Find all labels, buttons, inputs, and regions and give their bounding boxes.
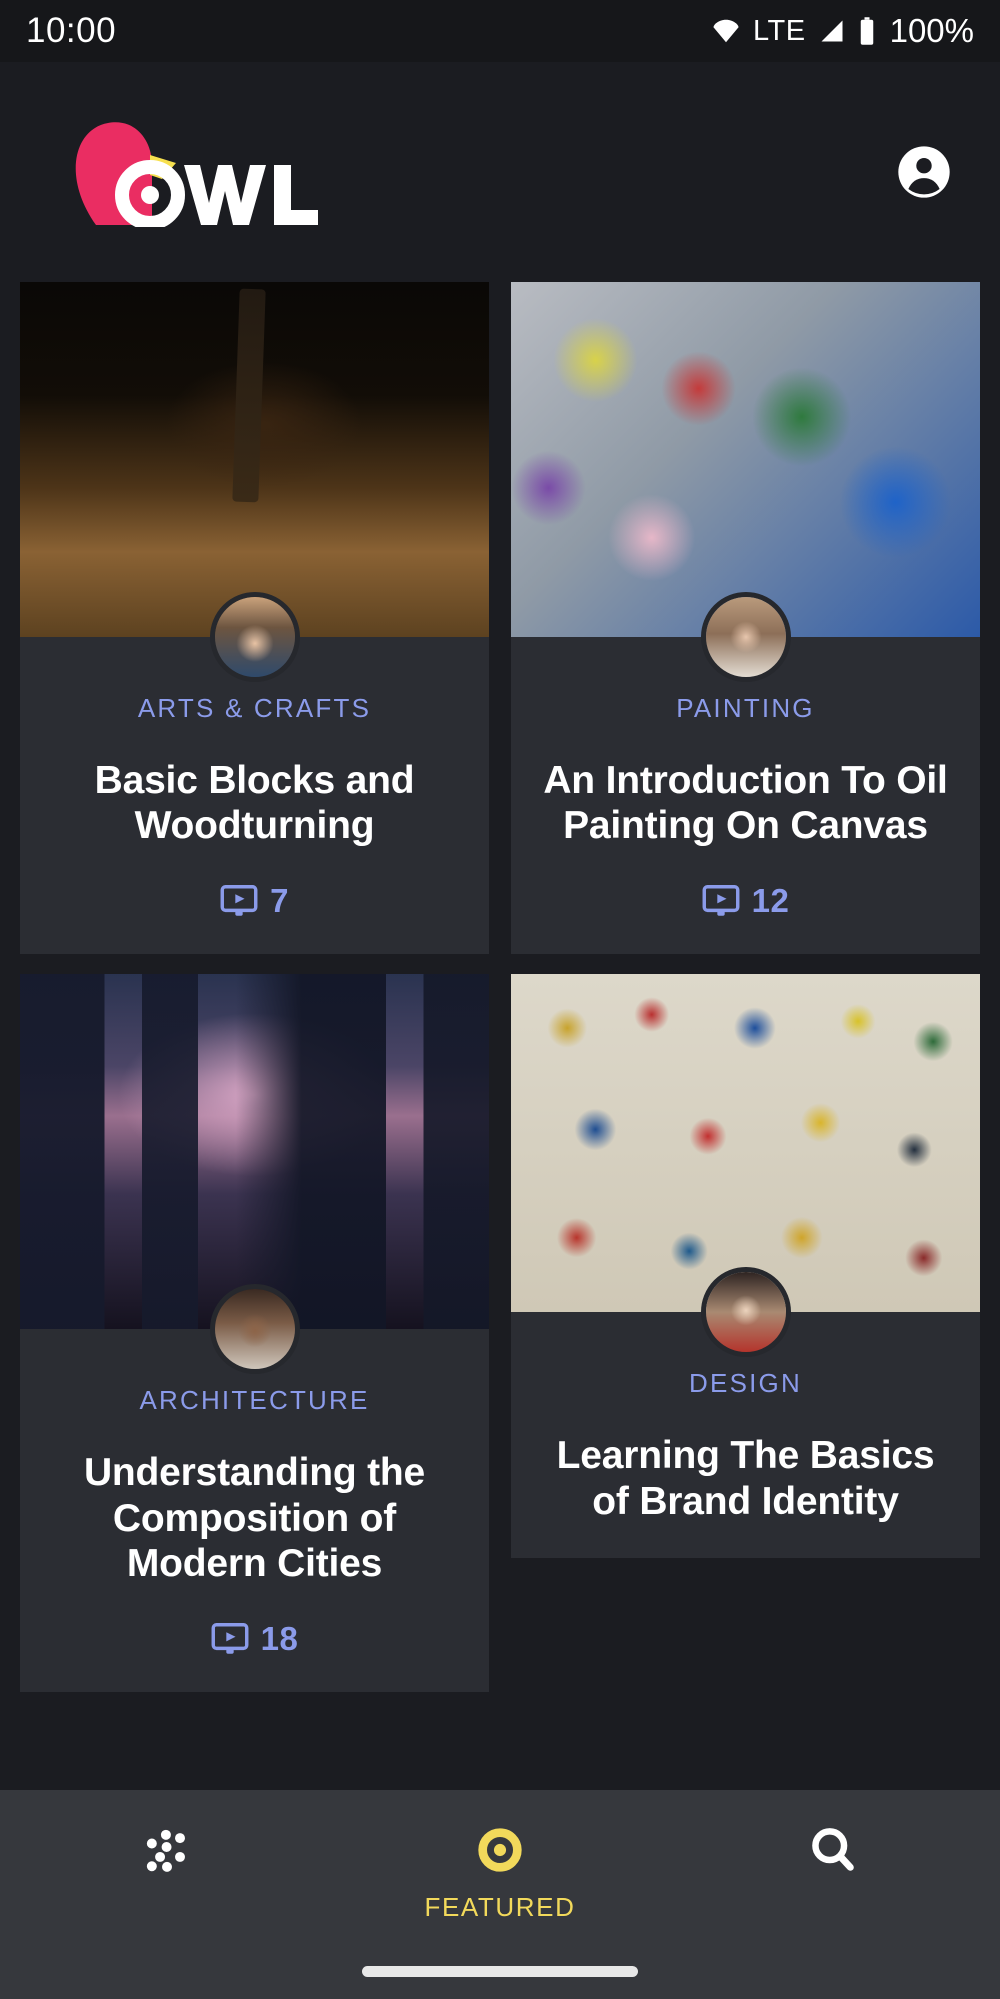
course-cover-image bbox=[511, 282, 980, 637]
course-title[interactable]: Learning The Basics of Brand Identity bbox=[539, 1433, 952, 1523]
course-category[interactable]: ARCHITECTURE bbox=[139, 1385, 369, 1416]
avatar-short-hair-woman bbox=[705, 1272, 786, 1353]
battery-percent-label: 100% bbox=[889, 12, 974, 49]
featured-eye-icon bbox=[478, 1828, 522, 1872]
course-video-count: 7 bbox=[270, 882, 289, 920]
course-video-count: 18 bbox=[260, 1620, 299, 1658]
course-card-body: PAINTING An Introduction To Oil Painting… bbox=[511, 637, 980, 954]
course-card-body: ARTS & CRAFTS Basic Blocks and Woodturni… bbox=[20, 637, 489, 954]
avatar-woman-thinking bbox=[705, 597, 786, 677]
owl-logo-mark bbox=[75, 122, 318, 227]
video-monitor-icon bbox=[220, 885, 258, 917]
course-title[interactable]: An Introduction To Oil Painting On Canva… bbox=[539, 758, 952, 848]
battery-icon bbox=[860, 17, 873, 45]
dots-grid-icon bbox=[146, 1829, 185, 1872]
course-category[interactable]: PAINTING bbox=[676, 693, 814, 724]
video-monitor-icon bbox=[211, 1623, 249, 1654]
course-card[interactable]: PAINTING An Introduction To Oil Painting… bbox=[511, 282, 980, 955]
course-video-count: 12 bbox=[751, 882, 790, 920]
course-card[interactable]: DESIGN Learning The Basics of Brand Iden… bbox=[511, 974, 980, 1558]
course-category[interactable]: ARTS & CRAFTS bbox=[138, 693, 371, 724]
avatar[interactable] bbox=[209, 592, 300, 682]
course-title[interactable]: Basic Blocks and Woodturning bbox=[48, 758, 461, 848]
video-monitor-icon bbox=[702, 885, 740, 917]
network-type-label: LTE bbox=[753, 14, 806, 47]
city-skyline-sunset-photo bbox=[20, 974, 489, 1330]
course-card[interactable]: ARTS & CRAFTS Basic Blocks and Woodturni… bbox=[20, 282, 489, 955]
course-feed[interactable]: ARTS & CRAFTS Basic Blocks and Woodturni… bbox=[20, 282, 980, 1790]
course-cover-image bbox=[20, 282, 489, 637]
nav-item-search[interactable] bbox=[667, 1824, 1000, 1892]
avatar-young-man bbox=[214, 597, 295, 677]
course-video-meta: 7 bbox=[220, 882, 289, 920]
course-cover-image bbox=[20, 974, 489, 1330]
course-video-meta: 18 bbox=[211, 1620, 299, 1658]
course-category[interactable]: DESIGN bbox=[689, 1368, 802, 1399]
avatar-smiling-woman bbox=[214, 1289, 295, 1370]
woodworking-drill-photo bbox=[20, 282, 489, 637]
account-circle-icon[interactable] bbox=[896, 144, 952, 200]
course-title[interactable]: Understanding the Composition of Modern … bbox=[48, 1450, 461, 1586]
status-indicators: LTE 100% bbox=[711, 12, 974, 50]
owl-logo[interactable]: OWL bbox=[52, 117, 322, 227]
app-bar: OWL bbox=[0, 62, 1000, 282]
course-card[interactable]: ARCHITECTURE Understanding the Compositi… bbox=[20, 974, 489, 1693]
course-cover-image bbox=[511, 974, 980, 1313]
bottom-navigation-bar: FEATURED bbox=[0, 1790, 1000, 1999]
home-indicator[interactable] bbox=[362, 1966, 638, 1977]
search-icon bbox=[812, 1828, 855, 1871]
nav-item-browse[interactable] bbox=[0, 1824, 333, 1892]
signal-icon bbox=[821, 20, 843, 42]
app-screen: 10:00 LTE 100% ARTS & CRAFTS Basic Block… bbox=[0, 0, 1000, 1999]
nav-item-featured[interactable]: FEATURED bbox=[333, 1824, 666, 1923]
embroidered-patches-photo bbox=[511, 974, 980, 1313]
feed-column-left: ARTS & CRAFTS Basic Blocks and Woodturni… bbox=[20, 282, 489, 1790]
oil-paint-palette-photo bbox=[511, 282, 980, 637]
feed-column-right: PAINTING An Introduction To Oil Painting… bbox=[511, 282, 980, 1790]
avatar[interactable] bbox=[209, 1284, 300, 1375]
status-time: 10:00 bbox=[26, 11, 117, 50]
avatar[interactable] bbox=[700, 1267, 791, 1358]
status-bar: 10:00 LTE 100% bbox=[0, 0, 1000, 62]
course-card-body: ARCHITECTURE Understanding the Compositi… bbox=[20, 1329, 489, 1692]
nav-label-featured: FEATURED bbox=[424, 1892, 576, 1922]
wifi-icon bbox=[713, 19, 739, 43]
avatar[interactable] bbox=[700, 592, 791, 682]
course-video-meta: 12 bbox=[702, 882, 790, 920]
